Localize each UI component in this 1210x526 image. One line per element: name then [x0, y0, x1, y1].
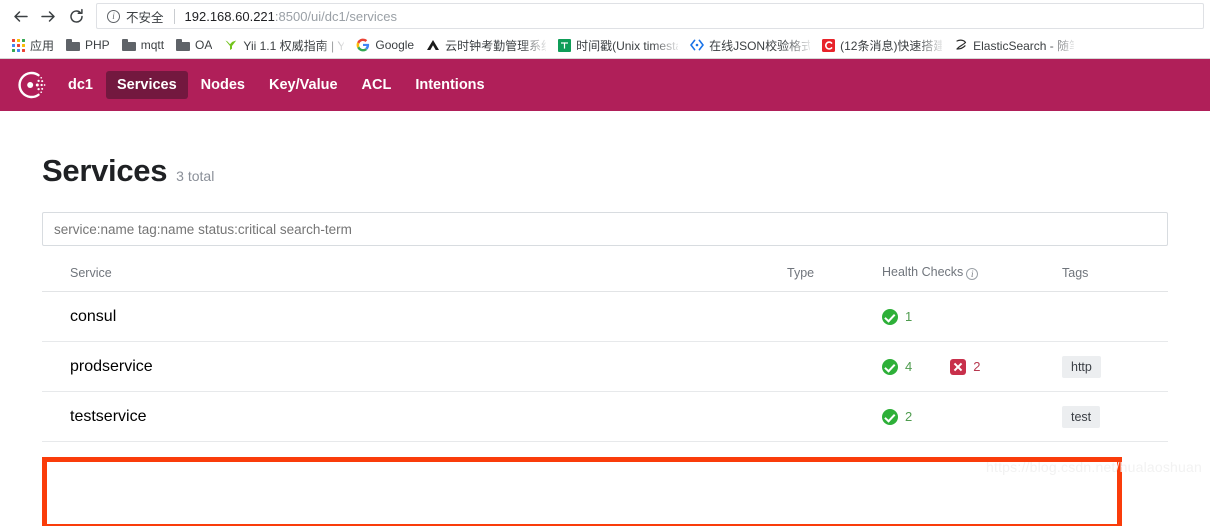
folder-icon	[176, 39, 191, 51]
chevron-up-icon	[427, 40, 440, 50]
table-header-row: Service Type Health Checks i Tags	[42, 265, 1168, 292]
health-passing-count: 1	[905, 309, 913, 324]
omnibox-divider	[173, 8, 175, 24]
bookmark-label: 在线JSON校验格式化	[709, 38, 811, 53]
browser-toolbar: i 不安全 192.168.60.221:8500/ui/dc1/service…	[0, 0, 1210, 32]
bookmark-google[interactable]: Google	[350, 34, 420, 56]
apps-grid-icon	[12, 38, 25, 52]
x-square-icon	[950, 358, 967, 375]
table-row[interactable]: consul 1	[42, 291, 1168, 342]
url-host: 192.168.60.221	[184, 8, 275, 24]
sheets-icon	[558, 38, 572, 52]
url-text: 192.168.60.221:8500/ui/dc1/services	[185, 9, 398, 24]
bookmark-label: (12条消息)快速搭建E	[840, 38, 943, 53]
cell-health-checks: 2	[882, 391, 1062, 442]
bookmark-attendance[interactable]: 云时钟考勤管理系统	[420, 34, 552, 56]
site-info-icon[interactable]: i	[107, 9, 120, 23]
code-brackets-icon	[690, 39, 704, 51]
bookmark-label: 应用	[30, 38, 55, 53]
cell-service-name[interactable]: testservice	[42, 391, 787, 442]
table-row[interactable]: prodservice 4 2 http	[42, 341, 1168, 392]
nav-item-key-value[interactable]: Key/Value	[258, 71, 349, 99]
cell-health-checks: 1	[882, 291, 1062, 342]
bookmark-label: 时间戳(Unix timesta	[576, 38, 679, 53]
column-header-tags[interactable]: Tags	[1062, 265, 1168, 292]
nav-datacenter[interactable]: dc1	[64, 71, 104, 99]
health-critical-group: 2	[950, 358, 981, 375]
health-passing-group: 4	[882, 358, 913, 375]
page-header: Services 3 total	[42, 111, 1168, 189]
health-passing-count: 2	[905, 409, 913, 424]
tag-chip[interactable]: test	[1062, 405, 1101, 428]
nav-item-acl[interactable]: ACL	[351, 71, 403, 99]
bookmark-label: mqtt	[140, 38, 165, 52]
bookmark-elasticsearch[interactable]: ElasticSearch - 随笔	[948, 34, 1080, 56]
cell-health-checks: 4 2	[882, 341, 1062, 392]
security-label: 不安全	[126, 10, 164, 25]
page-content: Services 3 total Service Type Health Che…	[0, 111, 1210, 526]
health-passing-group: 2	[882, 408, 913, 425]
address-bar[interactable]: i 不安全 192.168.60.221:8500/ui/dc1/service…	[96, 3, 1204, 29]
column-header-health-checks[interactable]: Health Checks i	[882, 265, 1062, 292]
bookmark-apps[interactable]: 应用	[6, 34, 60, 56]
bookmark-label: 云时钟考勤管理系统	[445, 38, 547, 53]
bookmarks-bar: 应用 PHP mqtt OA Yii 1.1 权威指南 | Yii F G	[0, 32, 1210, 58]
check-circle-icon	[882, 408, 898, 425]
health-passing-group: 1	[882, 308, 913, 325]
bookmark-php[interactable]: PHP	[60, 34, 116, 56]
column-header-type[interactable]: Type	[787, 265, 882, 292]
cell-service-type	[787, 341, 882, 392]
browser-chrome: i 不安全 192.168.60.221:8500/ui/dc1/service…	[0, 0, 1210, 59]
column-header-health-label: Health Checks	[882, 265, 964, 279]
check-circle-icon	[882, 308, 898, 325]
cell-service-type	[787, 391, 882, 442]
cell-service-name[interactable]: consul	[42, 291, 787, 342]
bookmark-timestamp[interactable]: 时间戳(Unix timesta	[552, 34, 684, 56]
cell-tags	[1062, 291, 1168, 342]
page-title: Services	[42, 153, 168, 188]
reload-icon[interactable]	[62, 2, 90, 30]
search-input[interactable]	[42, 212, 1168, 246]
url-path: :8500/ui/dc1/services	[274, 8, 398, 24]
bookmark-label: Yii 1.1 权威指南 | Yii F	[243, 38, 345, 53]
bookmark-oa[interactable]: OA	[170, 34, 218, 56]
bookmark-label: Google	[375, 38, 415, 52]
nav-item-nodes[interactable]: Nodes	[190, 71, 256, 99]
watermark: https://blog.csdn.net/hualaoshuan	[986, 459, 1202, 475]
cell-tags: test	[1062, 391, 1168, 442]
tag-chip[interactable]: http	[1062, 355, 1101, 378]
bookmark-label: PHP	[85, 38, 110, 52]
table-row[interactable]: testservice 2 test	[42, 391, 1168, 442]
health-critical-count: 2	[973, 359, 981, 374]
column-header-service[interactable]: Service	[42, 265, 787, 292]
bookmark-csdn[interactable]: (12条消息)快速搭建E	[816, 34, 948, 56]
bookmark-label: ElasticSearch - 随笔	[973, 38, 1075, 53]
cell-service-type	[787, 291, 882, 342]
google-icon	[356, 38, 370, 52]
nav-item-services[interactable]: Services	[106, 71, 188, 99]
nav-item-intentions[interactable]: Intentions	[404, 71, 495, 99]
bookmark-mqtt[interactable]: mqtt	[116, 34, 170, 56]
page-title-count: 3 total	[176, 168, 215, 184]
bookmark-yii[interactable]: Yii 1.1 权威指南 | Yii F	[218, 34, 350, 56]
check-circle-icon	[882, 358, 898, 375]
forward-icon[interactable]	[34, 2, 62, 30]
consul-logo-icon[interactable]	[16, 69, 48, 101]
yii-icon	[225, 40, 237, 50]
annotation-highlight-box	[42, 457, 1122, 526]
folder-icon	[121, 39, 136, 51]
back-icon[interactable]	[6, 2, 34, 30]
health-passing-count: 4	[905, 359, 913, 374]
folder-icon	[66, 39, 81, 51]
elastic-icon	[956, 39, 967, 50]
cell-tags: http	[1062, 341, 1168, 392]
csdn-icon	[822, 38, 836, 52]
info-circle-icon[interactable]: i	[966, 268, 979, 280]
consul-navbar: dc1 Services Nodes Key/Value ACL Intenti…	[0, 59, 1210, 111]
bookmark-label: OA	[195, 38, 213, 52]
bookmark-json-validator[interactable]: 在线JSON校验格式化	[684, 34, 816, 56]
cell-service-name[interactable]: prodservice	[42, 341, 787, 392]
services-table: Service Type Health Checks i Tags consul …	[42, 265, 1168, 442]
